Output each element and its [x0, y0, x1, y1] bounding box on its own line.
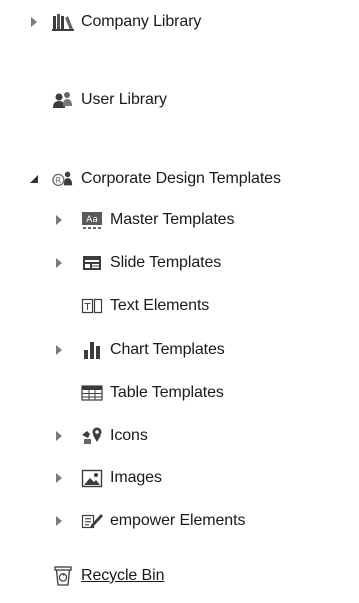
tree-node-label: Text Elements	[110, 297, 210, 314]
expand-arrow-icon[interactable]	[53, 214, 65, 226]
tree-node-recycle-bin[interactable]: Recycle Bin	[52, 564, 164, 588]
tree-node-images[interactable]: Images	[53, 466, 162, 490]
tree-node-label: Corporate Design Templates	[81, 170, 281, 187]
svg-text:T: T	[83, 302, 91, 313]
tree-node-empower-elements[interactable]: empower Elements	[53, 509, 245, 533]
text-element-icon: T	[81, 295, 103, 317]
users-icon	[52, 89, 74, 111]
expand-arrow-icon[interactable]	[53, 472, 65, 484]
slide-template-icon	[81, 252, 103, 274]
collapse-arrow-icon[interactable]	[28, 173, 40, 185]
bar-chart-icon	[81, 339, 103, 361]
tree-node-label: Table Templates	[110, 384, 224, 401]
tree-node-label: Icons	[110, 427, 148, 444]
expand-arrow-icon[interactable]	[53, 344, 65, 356]
registered-folder-icon: R	[52, 168, 74, 190]
master-template-icon: Aa	[81, 209, 103, 231]
tree-node-table-templates[interactable]: Table Templates	[81, 381, 224, 405]
tree-node-label: Slide Templates	[110, 254, 222, 271]
expand-arrow-icon[interactable]	[53, 430, 65, 442]
image-icon	[81, 467, 103, 489]
expand-arrow-icon[interactable]	[53, 257, 65, 269]
tree-node-label: Company Library	[81, 13, 202, 30]
tree-node-chart-templates[interactable]: Chart Templates	[53, 338, 225, 362]
svg-text:Aa: Aa	[86, 215, 98, 225]
tree-node-slide-templates[interactable]: Slide Templates	[53, 251, 221, 275]
tree-node-label: Master Templates	[110, 211, 235, 228]
tree-node-user-library[interactable]: User Library	[52, 88, 167, 112]
table-icon	[81, 382, 103, 404]
tree-node-label: Images	[110, 469, 162, 486]
tree-node-master-templates[interactable]: Aa Master Templates	[53, 208, 234, 232]
books-icon	[52, 11, 74, 33]
expand-arrow-icon[interactable]	[53, 515, 65, 527]
tree-node-label: empower Elements	[110, 512, 246, 529]
tree-node-corporate-design-templates[interactable]: R Corporate Design Templates	[28, 167, 281, 191]
tree-node-label: User Library	[81, 91, 167, 108]
icons-icon	[81, 425, 103, 447]
expand-arrow-icon[interactable]	[28, 16, 40, 28]
tree-node-company-library[interactable]: Company Library	[28, 10, 201, 34]
tree-node-text-elements[interactable]: T Text Elements	[81, 294, 209, 318]
svg-text:R: R	[56, 175, 62, 185]
empower-elements-icon	[81, 510, 103, 532]
tree-node-icons[interactable]: Icons	[53, 424, 148, 448]
recycle-bin-link[interactable]: Recycle Bin	[81, 567, 164, 585]
tree-node-label: Chart Templates	[110, 341, 225, 358]
recycle-bin-icon	[52, 565, 74, 587]
